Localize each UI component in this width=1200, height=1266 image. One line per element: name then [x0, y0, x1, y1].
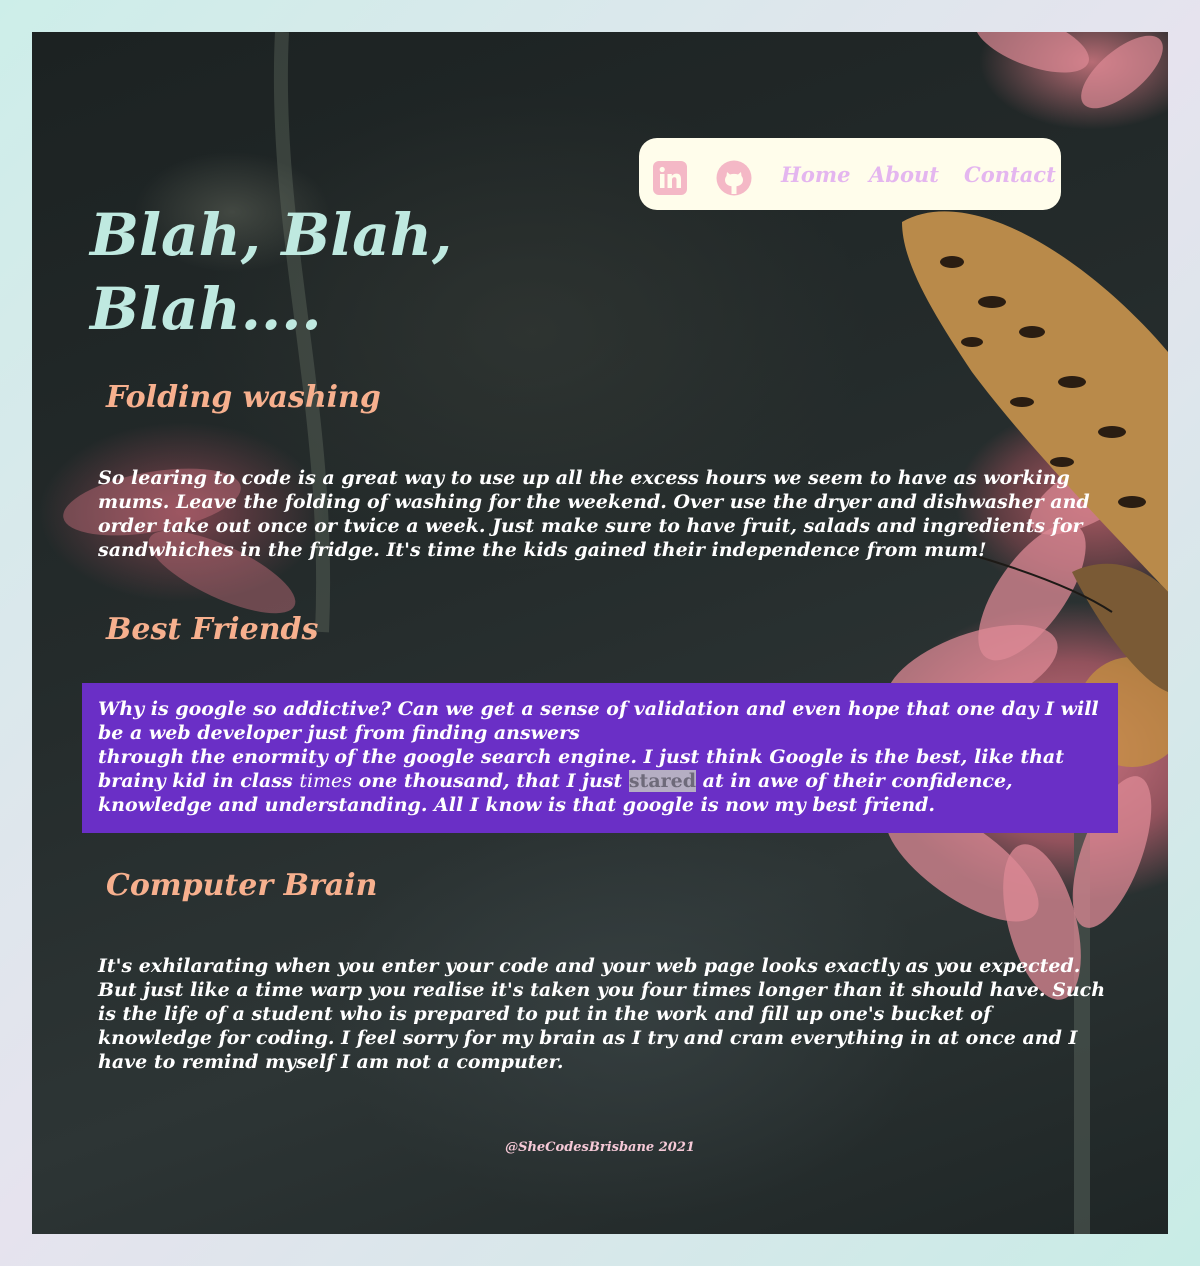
page-title: Blah, Blah, Blah....: [90, 201, 453, 343]
best-friends-highlight-box: Why is google so addictive? Can we get a…: [82, 683, 1118, 833]
linkedin-icon: [653, 161, 687, 195]
nav-bar: Home About Contact: [639, 138, 1061, 210]
nav-home-link[interactable]: Home: [781, 162, 850, 188]
github-icon: [716, 160, 752, 196]
emphasis-times: times: [299, 770, 353, 792]
nav-about-link[interactable]: About: [869, 162, 939, 188]
footer-credit: @SheCodesBrisbane 2021: [505, 1140, 695, 1155]
nav-contact-link[interactable]: Contact: [964, 162, 1056, 188]
background-photo: Home About Contact Blah, Blah, Blah.... …: [32, 32, 1168, 1234]
github-link[interactable]: [716, 160, 752, 196]
heading-computer-brain: Computer Brain: [106, 868, 378, 903]
heading-folding-washing: Folding washing: [106, 380, 381, 415]
heading-best-friends: Best Friends: [106, 612, 319, 647]
selected-text[interactable]: stared: [628, 770, 697, 792]
best-friends-line-1: Why is google so addictive? Can we get a…: [98, 698, 1099, 744]
paragraph-computer-brain: It's exhilarating when you enter your co…: [98, 955, 1106, 1073]
paragraph-best-friends: Why is google so addictive? Can we get a…: [98, 697, 1103, 817]
linkedin-link[interactable]: [652, 160, 688, 196]
paragraph-folding-washing: So learing to code is a great way to use…: [98, 467, 1090, 561]
best-friends-line-2b: one thousand, that I just: [352, 770, 629, 792]
